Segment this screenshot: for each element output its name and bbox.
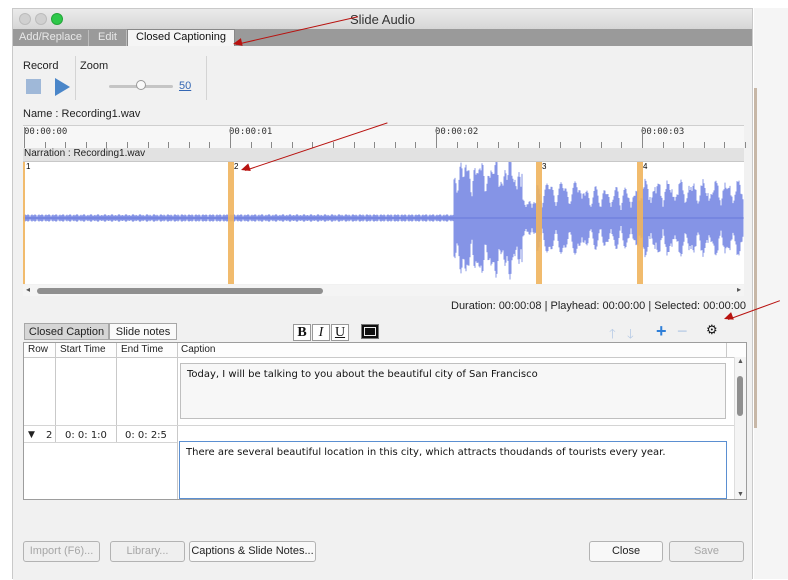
tab-edit[interactable]: Edit: [89, 30, 127, 46]
toolbar-divider: [75, 56, 76, 100]
scrollbar-thumb[interactable]: [37, 288, 323, 294]
zoom-value[interactable]: 50: [179, 80, 191, 92]
zoom-label: Zoom: [80, 60, 109, 72]
waveform-area[interactable]: 1 2 3 4: [23, 162, 744, 284]
ruler-tick: [745, 142, 746, 148]
import-button[interactable]: Import (F6)...: [23, 541, 100, 562]
toolbar-divider: [206, 56, 207, 100]
scroll-left-icon[interactable]: ◂: [26, 285, 30, 294]
add-caption-icon[interactable]: +: [656, 321, 667, 342]
scrollbar-thumb[interactable]: [737, 376, 743, 416]
tick-label: 00:00:03: [641, 127, 685, 137]
ruler-tick: [230, 127, 231, 148]
slide-audio-window: Slide Audio Add/Replace Edit Closed Capt…: [12, 8, 753, 580]
column-divider: [177, 426, 178, 499]
table-header: Row Start Time End Time Caption: [24, 343, 746, 358]
tab-add-replace[interactable]: Add/Replace: [13, 30, 89, 46]
table-scrollbar[interactable]: ▲ ▼: [734, 357, 746, 499]
end-time[interactable]: 0: 0: 2:5: [125, 430, 167, 441]
closed-captioning-panel: Record Zoom 50 Name : Recording1.wav 00:…: [13, 46, 752, 580]
column-divider: [177, 343, 178, 357]
row-divider: [24, 442, 177, 443]
scroll-up-icon[interactable]: ▲: [737, 358, 744, 365]
caption-marker[interactable]: [23, 162, 25, 284]
ruler-tick: [24, 127, 25, 148]
remove-caption-icon[interactable]: −: [677, 321, 688, 342]
ruler-tick: [436, 127, 437, 148]
row-expand-icon[interactable]: ▼: [28, 430, 35, 440]
text-color-button[interactable]: [361, 324, 379, 339]
close-button[interactable]: Close: [589, 541, 663, 562]
bold-button[interactable]: B: [293, 324, 311, 341]
caption-marker[interactable]: [637, 162, 643, 284]
ruler-tick: [642, 127, 643, 148]
gear-icon[interactable]: ⚙: [706, 322, 718, 338]
narration-label: Narration : Recording1.wav: [24, 148, 146, 159]
caption-marker[interactable]: [536, 162, 542, 284]
file-name: Name : Recording1.wav: [23, 108, 141, 120]
record-label: Record: [23, 60, 59, 72]
closed-caption-toggle[interactable]: Closed Caption: [24, 323, 109, 340]
tick-label: 00:00:00: [24, 127, 68, 137]
col-caption-header: Caption: [181, 344, 216, 355]
column-divider: [726, 343, 727, 357]
marker-label: 4: [643, 162, 648, 171]
start-time[interactable]: 0: 0: 1:0: [65, 430, 107, 441]
captions-slide-notes-button[interactable]: Captions & Slide Notes...: [189, 541, 316, 562]
scroll-down-icon[interactable]: ▼: [737, 491, 744, 498]
color-swatch-icon: [364, 327, 376, 336]
timeline-scrollbar[interactable]: ◂ ▸: [23, 285, 744, 296]
table-row[interactable]: ▼ 2 0: 0: 1:0 0: 0: 2:5 There are severa…: [24, 426, 736, 499]
play-icon[interactable]: [53, 77, 71, 97]
column-divider: [116, 357, 117, 425]
save-button[interactable]: Save: [669, 541, 744, 562]
audio-waveform: [23, 162, 744, 280]
slide-notes-toggle[interactable]: Slide notes: [109, 323, 177, 340]
zoom-slider-handle[interactable]: [136, 80, 146, 90]
caption-textbox[interactable]: There are several beautiful location in …: [179, 441, 727, 499]
background-strip: [754, 88, 757, 428]
stop-icon[interactable]: [26, 79, 41, 94]
column-divider: [55, 343, 56, 357]
tab-closed-captioning[interactable]: Closed Captioning: [127, 29, 235, 47]
marker-label: 1: [26, 162, 31, 171]
status-readout: Duration: 00:00:08 | Playhead: 00:00:00 …: [451, 300, 746, 312]
col-start-header: Start Time: [60, 344, 106, 355]
scroll-right-icon[interactable]: ▸: [737, 285, 741, 294]
timeline-ruler[interactable]: 00:00:00 00:00:01 00:00:02 00:00:03: [23, 125, 746, 149]
italic-button[interactable]: I: [312, 324, 330, 341]
row-number: 2: [46, 430, 53, 441]
col-row-header: Row: [28, 344, 49, 355]
column-divider: [116, 343, 117, 357]
column-divider: [116, 426, 117, 442]
caption-textbox[interactable]: Today, I will be talking to you about th…: [180, 363, 726, 419]
col-end-header: End Time: [121, 344, 164, 355]
window-title: Slide Audio: [349, 12, 416, 27]
tab-bar: Add/Replace Edit Closed Captioning: [13, 29, 752, 47]
tick-label: 00:00:01: [229, 127, 273, 137]
tick-label: 00:00:02: [435, 127, 479, 137]
caption-table: Row Start Time End Time Caption Today, I…: [23, 342, 747, 500]
marker-label: 3: [542, 162, 547, 171]
waveform-path: [23, 162, 744, 280]
column-divider: [55, 357, 56, 425]
background-window-edge: [754, 8, 788, 579]
column-divider: [55, 426, 56, 442]
underline-button[interactable]: U: [331, 324, 349, 341]
column-divider: [177, 357, 178, 425]
marker-label: 2: [234, 162, 239, 171]
narration-bar: Narration : Recording1.wav: [23, 148, 744, 162]
table-row[interactable]: Today, I will be talking to you about th…: [24, 357, 736, 425]
library-button[interactable]: Library...: [110, 541, 185, 562]
title-bar: Slide Audio: [13, 9, 752, 30]
caption-marker[interactable]: [228, 162, 234, 284]
